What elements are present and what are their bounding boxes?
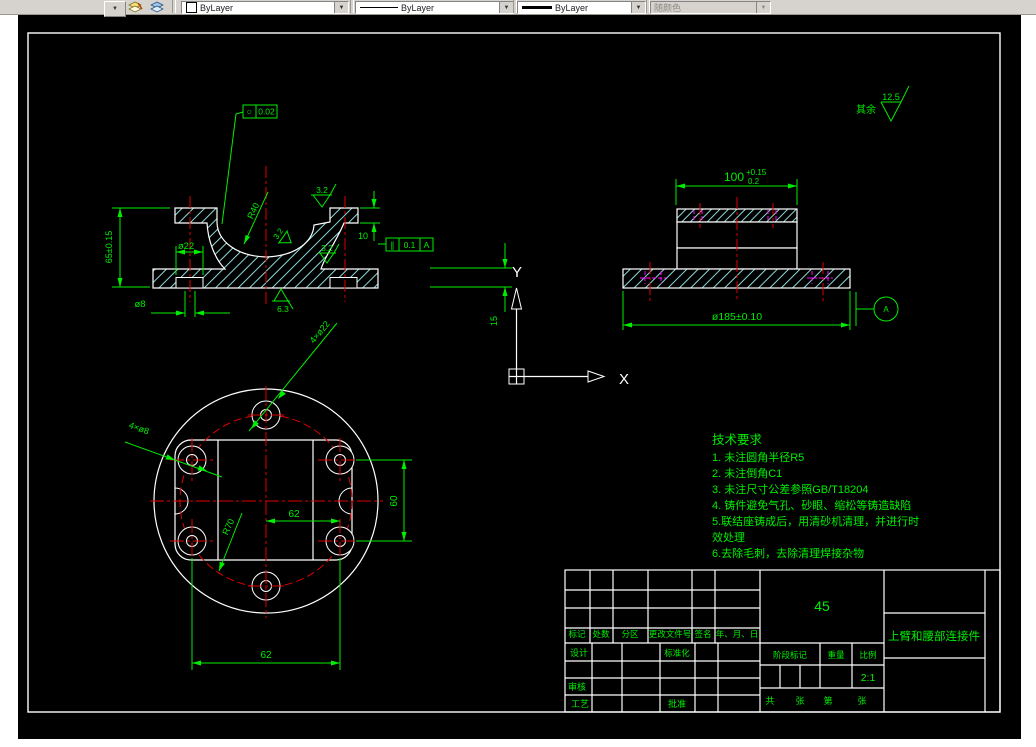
svg-text:100: 100	[724, 170, 744, 184]
toolbar-separator	[172, 0, 176, 13]
svg-text:年、月、日: 年、月、日	[716, 629, 759, 639]
svg-text:2. 未注倒角C1: 2. 未注倒角C1	[712, 466, 782, 480]
svg-text:张: 张	[857, 696, 866, 706]
svg-text:12.5: 12.5	[882, 92, 900, 102]
svg-text:0.02: 0.02	[258, 107, 275, 117]
svg-text:3.2: 3.2	[321, 243, 333, 253]
svg-text:10: 10	[358, 231, 368, 241]
make-layer-current-icon[interactable]	[127, 1, 144, 13]
svg-text:+0.15: +0.15	[746, 168, 767, 177]
fcf-parallelism-frame: ∥ 0.1 A	[378, 237, 434, 252]
part-name: 上臂和腰部连接件	[888, 629, 980, 643]
scale-value: 2:1	[861, 672, 876, 684]
toolbar-dropdown-button[interactable]: ▼	[104, 1, 126, 17]
plotstyle-combo-arrow-icon: ▼	[756, 2, 770, 13]
svg-text:ø185±0.10: ø185±0.10	[712, 311, 762, 323]
svg-text:设计: 设计	[570, 647, 588, 658]
svg-text:15: 15	[489, 316, 499, 326]
svg-text:65±0.15: 65±0.15	[104, 231, 114, 263]
object-properties-toolbar: ▼ ByLayer ▼ ByLayer ▼ ByLayer ▼ 随颜色 ▼	[0, 0, 1036, 17]
svg-text:工艺: 工艺	[571, 699, 589, 709]
svg-text:60: 60	[389, 495, 400, 507]
svg-text:其余: 其余	[856, 103, 876, 116]
svg-text:6.去除毛刺，去除清理焊接杂物: 6.去除毛刺，去除清理焊接杂物	[712, 546, 864, 560]
svg-text:标准化: 标准化	[664, 648, 690, 658]
ucs-y-label: Y	[512, 264, 522, 281]
lineweight-sample-icon	[522, 6, 552, 9]
linetype-sample-icon	[360, 7, 398, 8]
svg-text:分区: 分区	[621, 629, 639, 639]
material-value: 45	[814, 598, 830, 614]
cad-application-window: ▼ ByLayer ▼ ByLayer ▼ ByLayer ▼ 随颜色 ▼ 65…	[0, 0, 1036, 747]
drawing-canvas[interactable]: 65±0.15 ø22 ø8 10 R40 ○ 0.02 ∥ 0.1 A 3.2…	[0, 0, 1036, 747]
plotstyle-control-value: 随颜色	[654, 3, 682, 13]
lineweight-control-combo[interactable]: ByLayer ▼	[517, 1, 646, 14]
svg-text:共: 共	[765, 696, 774, 706]
svg-text:比例: 比例	[859, 650, 876, 660]
linetype-combo-arrow-icon[interactable]: ▼	[499, 2, 513, 13]
color-combo-arrow-icon[interactable]: ▼	[334, 2, 348, 13]
linetype-control-combo[interactable]: ByLayer ▼	[355, 1, 514, 14]
svg-text:标记: 标记	[568, 629, 586, 639]
svg-text:6.3: 6.3	[277, 304, 289, 314]
svg-text:签名: 签名	[694, 629, 711, 639]
linetype-control-value: ByLayer	[401, 2, 435, 13]
svg-text:ø22: ø22	[178, 241, 194, 252]
svg-text:重量: 重量	[827, 650, 845, 660]
svg-text:A: A	[424, 240, 430, 250]
svg-text:0.1: 0.1	[404, 240, 416, 250]
svg-text:3. 未注尺寸公差参照GB/T18204: 3. 未注尺寸公差参照GB/T18204	[712, 482, 869, 496]
svg-text:批准: 批准	[668, 698, 686, 709]
svg-text:效处理: 效处理	[712, 530, 745, 544]
svg-text:∥: ∥	[390, 240, 394, 250]
svg-text:处数: 处数	[592, 629, 610, 639]
svg-text:1. 未注圆角半径R5: 1. 未注圆角半径R5	[712, 450, 804, 464]
toolbar-separator	[350, 0, 354, 13]
svg-text:张: 张	[795, 696, 804, 706]
svg-text:3.2: 3.2	[316, 185, 328, 195]
tech-req-title: 技术要求	[712, 433, 763, 447]
lineweight-control-value: ByLayer	[555, 2, 589, 13]
ucs-x-label: X	[619, 371, 629, 388]
svg-text:5.联结座铸成后，用清砂机清理，并进行时: 5.联结座铸成后，用清砂机清理，并进行时	[712, 514, 919, 528]
svg-text:第: 第	[823, 695, 832, 706]
bylayer-color-swatch	[186, 2, 197, 13]
svg-text:○: ○	[247, 107, 252, 117]
svg-text:审核: 审核	[568, 681, 586, 692]
svg-text:更改文件号: 更改文件号	[649, 629, 692, 639]
svg-text:阶段标记: 阶段标记	[773, 650, 808, 660]
svg-text:62: 62	[260, 650, 272, 661]
color-control-combo[interactable]: ByLayer ▼	[181, 1, 349, 14]
svg-text:0.2: 0.2	[748, 177, 760, 186]
svg-text:4. 铸件避免气孔、砂眼、缩松等铸造缺陷: 4. 铸件避免气孔、砂眼、缩松等铸造缺陷	[712, 498, 911, 512]
color-control-value: ByLayer	[200, 2, 234, 13]
plotstyle-control-combo: 随颜色 ▼	[650, 1, 771, 14]
svg-text:A: A	[883, 305, 889, 314]
layers-icon[interactable]	[149, 1, 166, 13]
lineweight-combo-arrow-icon[interactable]: ▼	[631, 2, 645, 13]
svg-text:62: 62	[288, 509, 300, 520]
svg-text:ø8: ø8	[134, 299, 145, 310]
